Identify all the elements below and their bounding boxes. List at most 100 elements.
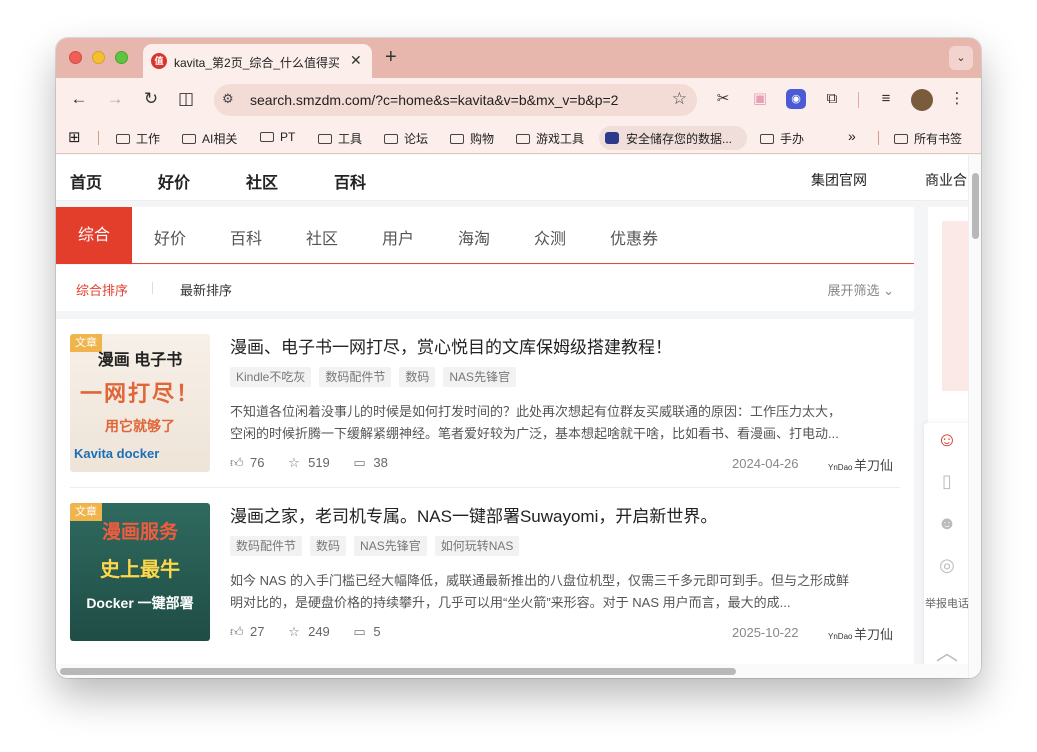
tab-deals[interactable]: 好价 [154,225,186,249]
tag[interactable]: 如何玩转NAS [434,536,520,556]
folder-icon [894,134,908,144]
maximize-window-button[interactable] [115,51,128,64]
list-item[interactable]: 文章 漫画服务 史上最牛 Docker 一键部署 漫画之家，老司机专属。NAS一… [56,488,914,657]
tab-search-chevron-icon[interactable]: ⌄ [949,46,973,70]
article-stats: 👍︎ 27 ☆ 249 ▭ 5 [230,624,401,640]
favorite-button[interactable]: ☆ 519 [288,455,330,471]
nav-wiki[interactable]: 百科 [334,169,366,193]
article-author[interactable]: YnDao 羊刀仙 [828,455,893,474]
tag[interactable]: Kindle不吃灰 [230,367,312,387]
bookmark-folder-ai[interactable]: AI相关 [182,130,237,147]
article-thumbnail[interactable]: 文章 漫画 电子书 一网打尽！ 用它就够了 Kavita docker [70,334,210,472]
close-window-button[interactable] [69,51,82,64]
tag[interactable]: NAS先锋官 [443,367,517,387]
article-title[interactable]: 漫画、电子书一网打尽，赏心悦目的文库保姆级搭建教程！ [230,333,672,358]
profile-avatar[interactable] [911,89,933,111]
nav-community[interactable]: 社区 [246,169,278,193]
nav-deals[interactable]: 好价 [158,169,190,193]
article-title[interactable]: 漫画之家，老司机专属。NAS一键部署Suwayomi，开启新世界。 [230,502,717,527]
bookmark-secure-storage[interactable]: 安全储存您的数据... [599,126,747,150]
menu-kebab-icon[interactable]: ⋮ [947,89,967,109]
mobile-app-icon[interactable]: ▯ [924,471,970,492]
url-text[interactable]: search.smzdm.com/?c=home&s=kavita&v=b&mx… [250,92,618,108]
extension-dark-icon[interactable]: ◉ [786,89,806,109]
folder-icon [450,134,464,144]
nav-business[interactable]: 商业合 [925,170,967,190]
bookmarks-overflow-icon[interactable]: » [848,128,856,144]
bookmark-all-bookmarks[interactable]: 所有书签 [894,130,962,147]
forward-arrow-icon[interactable]: → [104,89,126,109]
sort-bar: 综合排序 最新排序 展开筛选 ⌄ [56,265,914,311]
article-description: 如今 NAS 的入手门槛已经大幅降低，威联通最新推出的八盘位机型，仅需三千多元即… [230,573,849,610]
expand-filter-button[interactable]: 展开筛选 ⌄ [827,280,894,299]
favorite-button[interactable]: ☆ 249 [288,624,330,640]
extension-bilibili-icon[interactable]: ▣ [750,89,770,109]
bookmark-folder-pt[interactable]: PT [260,130,295,144]
thumbs-up-icon: 👍︎ [230,624,244,639]
like-button[interactable]: 👍︎ 76 [230,455,264,471]
bookmark-folder-forum[interactable]: 论坛 [384,130,428,147]
comment-button[interactable]: ▭ 38 [353,455,387,471]
tab-all[interactable]: 综合 [56,207,132,264]
vertical-scroll-thumb[interactable] [972,173,979,239]
star-icon: ☆ [288,455,300,470]
bookmark-site-icon [605,132,619,144]
category-tabs: 综合 好价 百科 社区 用户 海淘 众测 优惠券 [56,207,914,264]
bookmark-folder-shopping[interactable]: 购物 [450,130,494,147]
tab-reviews[interactable]: 众测 [534,225,566,249]
address-bar[interactable]: ⚙ search.smzdm.com/?c=home&s=kavita&v=b&… [214,84,697,116]
folder-icon [760,134,774,144]
feedback-chat-icon[interactable]: ☻ [924,513,970,534]
side-panel-icon[interactable]: ◫ [175,89,197,109]
tab-close-icon[interactable]: ✕ [350,52,362,69]
tab-coupons[interactable]: 优惠券 [610,225,658,249]
nav-home[interactable]: 首页 [70,169,102,193]
tag[interactable]: NAS先锋官 [354,536,427,556]
tag[interactable]: 数码 [310,536,347,556]
nav-group-site[interactable]: 集团官网 [811,170,867,190]
horizontal-scrollbar[interactable] [56,664,968,678]
mascot-icon[interactable]: ☺ [924,429,970,452]
like-button[interactable]: 👍︎ 27 [230,624,264,640]
article-thumbnail[interactable]: 文章 漫画服务 史上最牛 Docker 一键部署 [70,503,210,641]
horizontal-scroll-thumb[interactable] [60,668,736,675]
tag[interactable]: 数码 [399,367,436,387]
tab-wiki[interactable]: 百科 [230,225,262,249]
article-date: 2024-04-26 [732,456,799,471]
article-author[interactable]: YnDao 羊刀仙 [828,624,893,643]
bookmark-folder-work[interactable]: 工作 [116,130,160,147]
minimize-window-button[interactable] [92,51,105,64]
back-to-top-icon[interactable]: ︿ [924,635,970,667]
new-tab-icon[interactable]: + [385,46,397,69]
extension-scissors-icon[interactable]: ✂ [713,89,733,109]
reading-list-icon[interactable]: ≡ [876,89,896,109]
browser-tab-active[interactable]: 值 kavita_第2页_综合_什么值得买 ✕ [143,44,372,78]
bookmark-star-icon[interactable]: ☆ [672,89,687,109]
site-settings-icon[interactable]: ⚙ [222,91,240,109]
list-item[interactable]: 文章 漫画 电子书 一网打尽！ 用它就够了 Kavita docker 漫画、电… [56,319,914,488]
comment-button[interactable]: ▭ 5 [353,624,380,640]
browser-toolbar: ← → ↻ ◫ ⚙ search.smzdm.com/?c=home&s=kav… [56,78,981,122]
bookmark-folder-tools[interactable]: 工具 [318,130,362,147]
extensions-puzzle-icon[interactable]: ⧉ [822,89,842,109]
back-arrow-icon[interactable]: ← [68,89,90,109]
sort-comprehensive[interactable]: 综合排序 [76,280,128,299]
tab-community[interactable]: 社区 [306,225,338,249]
sidebar-ad[interactable] [942,221,968,391]
sort-latest[interactable]: 最新排序 [180,280,232,299]
bookmarks-bar: ⊞ 工作 AI相关 PT 工具 论坛 购物 游戏工具 安全储存您的数据... 手… [56,122,981,154]
tab-overseas[interactable]: 海淘 [458,225,490,249]
thumbs-up-icon: 👍︎ [230,455,244,470]
help-lifebuoy-icon[interactable]: ◎ [924,555,970,576]
tab-users[interactable]: 用户 [382,225,414,249]
bookmark-folder-figures[interactable]: 手办 [760,130,804,147]
tag[interactable]: 数码配件节 [230,536,303,556]
tag[interactable]: 数码配件节 [319,367,392,387]
bookmark-folder-game-tools[interactable]: 游戏工具 [516,130,584,147]
reload-icon[interactable]: ↻ [140,89,162,109]
vertical-scrollbar[interactable] [968,155,981,678]
apps-grid-icon[interactable]: ⊞ [68,128,81,146]
folder-icon [260,132,274,142]
report-phone-link[interactable]: 举报电话 [924,597,970,611]
floating-toolbar: ☺ ▯ ☻ ◎ 举报电话 ︿ [924,423,970,678]
